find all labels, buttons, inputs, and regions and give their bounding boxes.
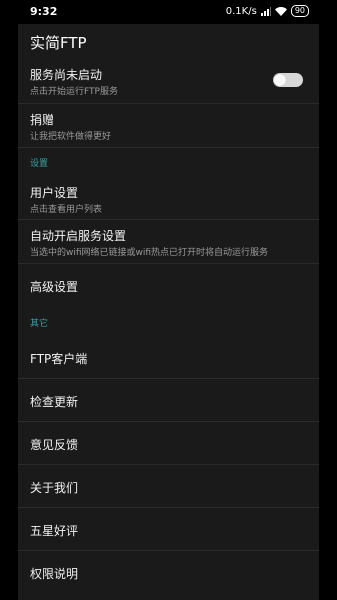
battery-indicator: 90 [290, 5, 309, 17]
auto-start-subtitle: 当选中的wifi网络已链接或wifi热点已打开时将自动运行服务 [30, 248, 269, 258]
app-bar: 实简FTP [18, 24, 319, 60]
status-right-group: 0.1K/s 90 [226, 5, 309, 17]
list-item-feedback[interactable]: 意见反馈 [18, 422, 319, 465]
wifi-icon [274, 6, 287, 16]
user-settings-title: 用户设置 [30, 186, 79, 200]
donate-subtitle: 让我把软件做得更好 [30, 132, 112, 142]
section-header-settings: 设置 [30, 159, 49, 169]
donate-title: 捐赠 [30, 113, 55, 127]
service-toggle-switch[interactable] [273, 73, 303, 87]
donate-row[interactable]: 捐赠 让我把软件做得更好 [18, 104, 319, 148]
list-item-check-update[interactable]: 检查更新 [18, 379, 319, 422]
status-time: 9:32 [30, 5, 58, 18]
advanced-settings-title: 高级设置 [30, 280, 79, 294]
auto-start-title: 自动开启服务设置 [30, 229, 127, 243]
signal-icon [260, 6, 271, 16]
status-bar: 9:32 0.1K/s 90 [0, 0, 337, 24]
user-settings-row[interactable]: 用户设置 点击查看用户列表 [18, 176, 319, 220]
network-speed: 0.1K/s [225, 5, 257, 17]
list-item-label: 检查更新 [30, 395, 79, 409]
user-settings-subtitle: 点击查看用户列表 [30, 205, 103, 215]
list-item-label: 关于我们 [30, 481, 79, 495]
section-header-other: 其它 [30, 319, 49, 329]
advanced-settings-row[interactable]: 高级设置 [18, 264, 319, 306]
page-title: 实简FTP [30, 34, 87, 52]
auto-start-row[interactable]: 自动开启服务设置 当选中的wifi网络已链接或wifi热点已打开时将自动运行服务 [18, 220, 319, 264]
service-subtitle: 点击开始运行FTP服务 [30, 87, 118, 97]
service-toggle-row[interactable]: 服务尚未启动 点击开始运行FTP服务 [18, 60, 319, 104]
list-item-label: 五星好评 [30, 524, 79, 538]
toggle-knob [274, 74, 286, 86]
list-item-about-us[interactable]: 关于我们 [18, 465, 319, 508]
service-title: 服务尚未启动 [30, 68, 103, 82]
list-item-label: FTP客户端 [30, 352, 88, 366]
list-item-five-star[interactable]: 五星好评 [18, 508, 319, 551]
list-item-permissions[interactable]: 权限说明 [18, 551, 319, 594]
list-item-ftp-client[interactable]: FTP客户端 [18, 336, 319, 379]
list-item-label: 权限说明 [30, 567, 79, 581]
list-item-label: 意见反馈 [30, 438, 79, 452]
